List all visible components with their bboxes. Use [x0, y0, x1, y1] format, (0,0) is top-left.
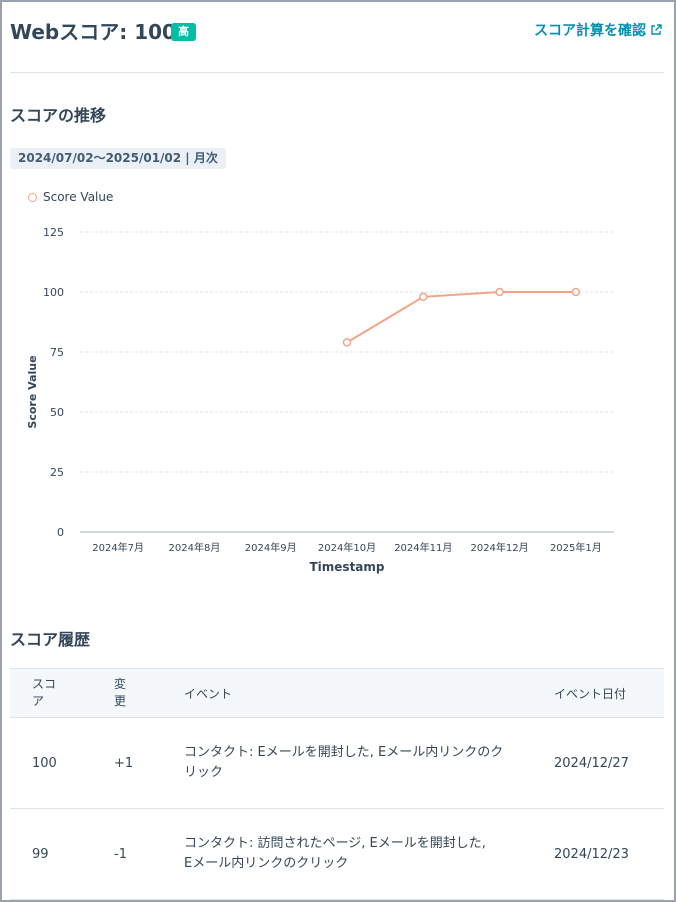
y-tick-label: 25 — [50, 466, 64, 479]
cell-date: 2024/12/23 — [554, 808, 664, 900]
y-axis-title: Score Value — [26, 355, 39, 428]
y-tick-label: 0 — [57, 526, 64, 539]
x-tick-label: 2024年11月 — [394, 541, 452, 554]
series-line — [346, 291, 576, 344]
y-tick-label: 50 — [50, 406, 64, 419]
score-trend-chart: 0 25 50 75 100 125 2024年7月 2024年8月 2024年9月 2024年1… — [26, 226, 614, 574]
x-tick-label: 2024年8月 — [169, 541, 221, 554]
data-point — [495, 287, 504, 297]
x-axis-title: Timestamp — [309, 560, 384, 574]
column-header-event[interactable]: イベント — [184, 668, 554, 718]
x-tick-label: 2024年12月 — [470, 541, 528, 554]
score-panel: Webスコア: 100 高 スコア計算を確認 スコアの推移 2024/07/02… — [10, 2, 664, 902]
y-tick-label: 125 — [43, 226, 64, 239]
score-history-table: スコア 変更 イベント イベント日付 100 +1 コンタクト: Eメールを開封… — [10, 668, 664, 900]
cell-event: コンタクト: 訪問されたページ, Eメールを開封した, Eメール内リンクのクリッ… — [184, 808, 554, 900]
history-section-title: スコア履歴 — [10, 630, 91, 649]
table-row: 100 +1 コンタクト: Eメールを開封した, Eメール内リンクのクリック 2… — [10, 717, 664, 809]
x-tick-label: 2025年1月 — [550, 541, 602, 554]
data-point — [571, 287, 581, 297]
x-tick-label: 2024年10月 — [318, 541, 376, 554]
table-row: 99 -1 コンタクト: 訪問されたページ, Eメールを開封した, Eメール内リ… — [10, 808, 664, 900]
cell-event: コンタクト: Eメールを開封した, Eメール内リンクのクリック — [184, 717, 554, 809]
cell-change: +1 — [114, 717, 184, 809]
column-header-score[interactable]: スコア — [10, 668, 114, 718]
data-point — [342, 338, 352, 347]
column-header-change[interactable]: 変更 — [114, 668, 184, 718]
data-point — [419, 292, 428, 302]
cell-score: 99 — [10, 808, 114, 900]
column-header-date[interactable]: イベント日付 — [554, 668, 664, 718]
y-tick-label: 100 — [43, 286, 64, 299]
cell-date: 2024/12/27 — [554, 717, 664, 809]
table-header-row: スコア 変更 イベント イベント日付 — [10, 668, 664, 718]
cell-score: 100 — [10, 717, 114, 809]
cell-change: -1 — [114, 808, 184, 900]
x-tick-label: 2024年9月 — [245, 541, 297, 554]
y-tick-label: 75 — [50, 346, 64, 359]
x-tick-label: 2024年7月 — [92, 541, 144, 554]
